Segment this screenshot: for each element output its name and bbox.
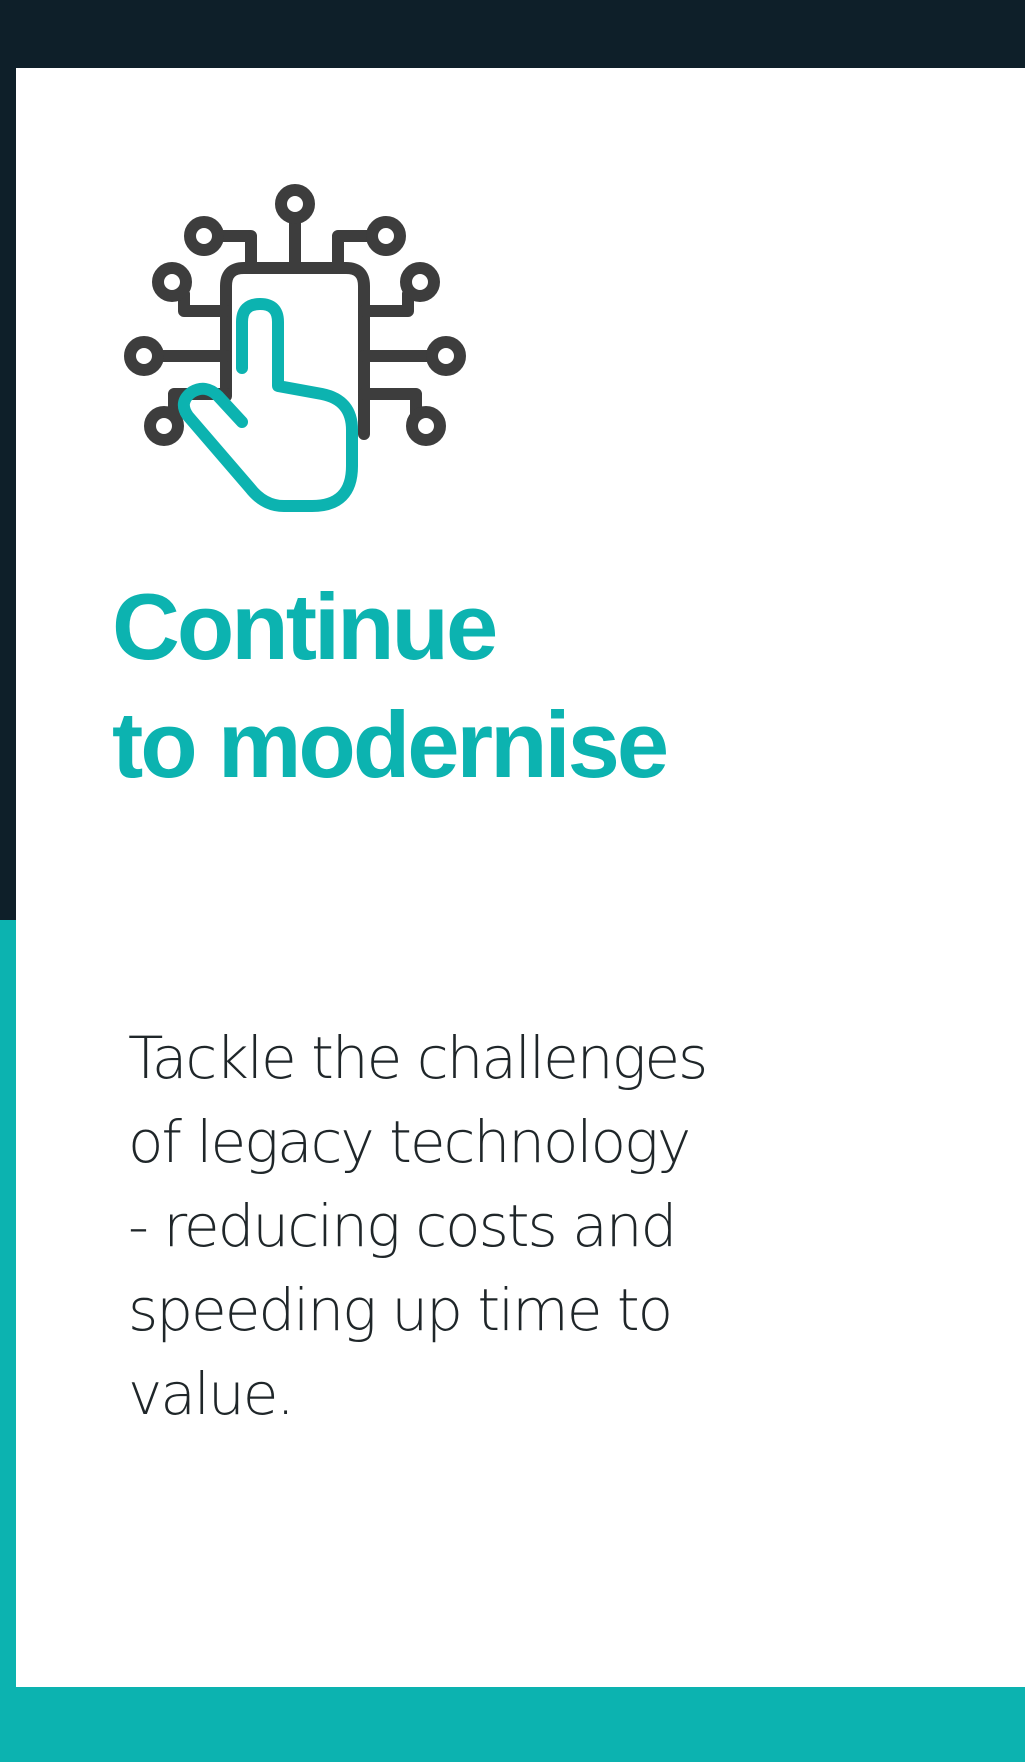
card-title: Continue to modernise [112,568,669,804]
card-description: Tackle the challenges of legacy technolo… [128,1016,888,1436]
card-description-line-3: - reducing costs and [128,1192,677,1260]
card-description-line-4: speeding up time to [128,1276,673,1344]
card-description-line-1: Tackle the challenges [128,1024,708,1092]
card-description-line-2: of legacy technology [128,1108,691,1176]
card-title-line-2: to modernise [112,692,669,797]
card-description-line-5: value. [128,1360,295,1428]
card-title-line-1: Continue [112,574,498,679]
content-card: Continue to modernise Tackle the challen… [16,68,1025,1687]
circuit-hand-pointer-icon [116,176,486,566]
